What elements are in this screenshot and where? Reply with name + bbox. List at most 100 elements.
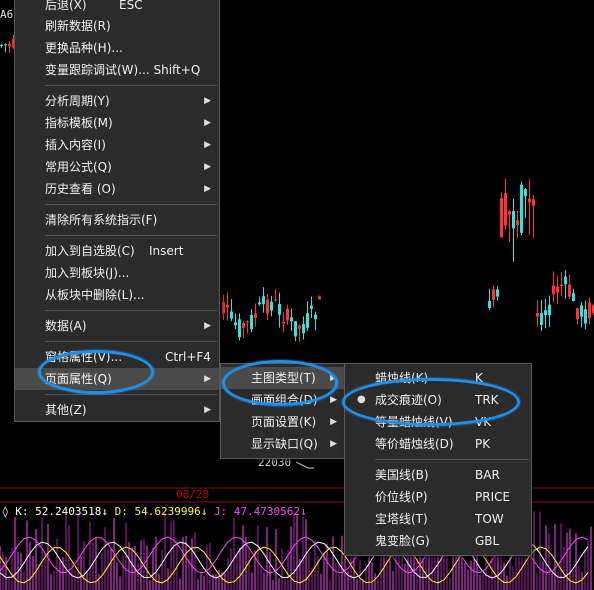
menu-item-bar[interactable]: 美国线(B) BAR	[345, 464, 531, 486]
candle-body	[572, 293, 575, 302]
menu-item-label: 刷新数据(R)	[45, 19, 111, 33]
candle-body	[282, 321, 285, 324]
submenu-arrow-icon: ▶	[204, 374, 211, 384]
candle-body	[266, 299, 269, 314]
menu-item-other[interactable]: 其他(Z) ▶	[15, 399, 219, 421]
candle-body	[576, 308, 579, 319]
shortcut-label: PRICE	[475, 490, 511, 504]
candle-body	[310, 305, 313, 309]
candle-body	[8, 43, 11, 47]
menu-separator	[375, 459, 529, 460]
menu-separator	[45, 85, 217, 86]
menu-item-data[interactable]: 数据(A) ▶	[15, 315, 219, 337]
candle-body	[262, 296, 265, 305]
menu-item-label: 清除所有系统指示(F)	[45, 213, 158, 227]
candle-body	[524, 189, 527, 197]
candle-body	[286, 308, 289, 321]
menu-item-history[interactable]: 历史查看 (O) ▶	[15, 178, 219, 200]
menu-item-label: 鬼变脸(G)	[375, 534, 430, 548]
menu-separator	[45, 235, 217, 236]
menu-item-period[interactable]: 分析周期(Y) ▶	[15, 90, 219, 112]
menu-separator	[45, 204, 217, 205]
menu-item-label: 页面设置(K)	[251, 415, 317, 429]
highlight-ring	[342, 378, 520, 426]
menu-item-equiprice[interactable]: 等价蜡烛线(D) PK	[345, 433, 531, 455]
candle-body	[492, 289, 495, 300]
menu-item-label: 从板块中删除(L)...	[45, 288, 145, 302]
candle-body	[512, 211, 515, 229]
candle-body	[548, 304, 551, 316]
candle-body	[294, 321, 297, 337]
candle-body	[580, 305, 583, 317]
candle-body	[544, 310, 547, 316]
menu-item-label: 加入到板块(J)...	[45, 266, 130, 280]
submenu-arrow-icon: ▶	[330, 417, 337, 427]
menu-item-common-formula[interactable]: 常用公式(Q) ▶	[15, 156, 219, 178]
menu-item-label: 显示缺口(Q)	[251, 437, 318, 451]
submenu-arrow-icon: ▶	[204, 118, 211, 128]
candle-body	[488, 300, 491, 308]
candle-body	[230, 311, 233, 319]
candle-body	[560, 284, 563, 287]
price-pointer-icon	[296, 461, 314, 469]
shortcut-label: Ctrl+F4	[165, 350, 211, 364]
menu-item-back[interactable]: 后退(X) ESC	[15, 0, 219, 15]
j-value-label: J: 47.4730562	[213, 505, 301, 518]
candle-body	[0, 44, 3, 46]
candle-body	[4, 44, 7, 46]
candle-body	[238, 319, 241, 338]
menu-separator	[45, 341, 217, 342]
submenu-arrow-icon: ▶	[204, 321, 211, 331]
submenu-arrow-icon: ▶	[204, 405, 211, 415]
candle-body	[226, 304, 229, 308]
candle-body	[270, 301, 273, 311]
candle-body	[508, 210, 511, 215]
menu-item-indicator-template[interactable]: 指标模板(M) ▶	[15, 112, 219, 134]
candle-body	[496, 289, 499, 297]
candle-body	[532, 199, 535, 206]
candle-body	[588, 302, 591, 319]
down-arrow-icon: ↓	[200, 505, 214, 518]
candle-body	[552, 285, 555, 295]
menu-separator	[45, 310, 217, 311]
candle-body	[234, 322, 237, 326]
shortcut-label: ESC	[119, 0, 143, 12]
kdj-dot-icon: ◊	[2, 505, 16, 518]
candle-body	[520, 184, 523, 233]
menu-item-price-line[interactable]: 价位线(P) PRICE	[345, 486, 531, 508]
shortcut-label: PK	[475, 437, 491, 451]
candle-body	[246, 321, 249, 323]
menu-separator	[45, 394, 217, 395]
candle-body	[540, 312, 543, 325]
candle-body	[222, 302, 225, 314]
menu-item-label: 指标模板(M)	[45, 116, 113, 130]
menu-item-add-block[interactable]: 加入到板块(J)...	[15, 262, 219, 284]
candle-body	[250, 314, 253, 330]
menu-item-label: 美国线(B)	[375, 468, 429, 482]
candle-body	[242, 323, 245, 328]
highlight-ring	[222, 360, 338, 406]
candle-body	[274, 299, 277, 301]
candle-body	[584, 309, 587, 324]
menu-item-add-watchlist[interactable]: 加入到自选股(C) Insert	[15, 240, 219, 262]
menu-item-clear-indicators[interactable]: 清除所有系统指示(F)	[15, 209, 219, 231]
menu-item-label: 其他(Z)	[45, 403, 87, 417]
menu-item-tower[interactable]: 宝塔线(T) TOW	[345, 508, 531, 530]
candle-body	[298, 325, 301, 329]
shortcut-label: Insert	[149, 244, 184, 258]
menu-item-remove-block[interactable]: 从板块中删除(L)...	[15, 284, 219, 306]
candle-body	[318, 296, 321, 300]
menu-item-page-setup[interactable]: 页面设置(K) ▶	[221, 411, 345, 433]
candle-body	[258, 302, 261, 305]
menu-item-change-symbol[interactable]: 更换品种(H)...	[15, 37, 219, 59]
menu-item-label: 插入内容(I)	[45, 138, 106, 152]
menu-item-show-gap[interactable]: 显示缺口(Q) ▶	[221, 433, 345, 455]
menu-item-insert[interactable]: 插入内容(I) ▶	[15, 134, 219, 156]
highlight-ring	[38, 350, 154, 394]
menu-item-refresh[interactable]: 刷新数据(R)	[15, 15, 219, 37]
menu-item-variable-trace[interactable]: 变量跟踪调试(W)... Shift+Q	[15, 59, 219, 81]
menu-item-label: 更换品种(H)...	[45, 41, 123, 55]
menu-item-ghost-face[interactable]: 鬼变脸(G) GBL	[345, 530, 531, 552]
menu-item-label: 变量跟踪调试(W)... Shift+Q	[45, 63, 201, 77]
candle-body	[278, 303, 281, 315]
